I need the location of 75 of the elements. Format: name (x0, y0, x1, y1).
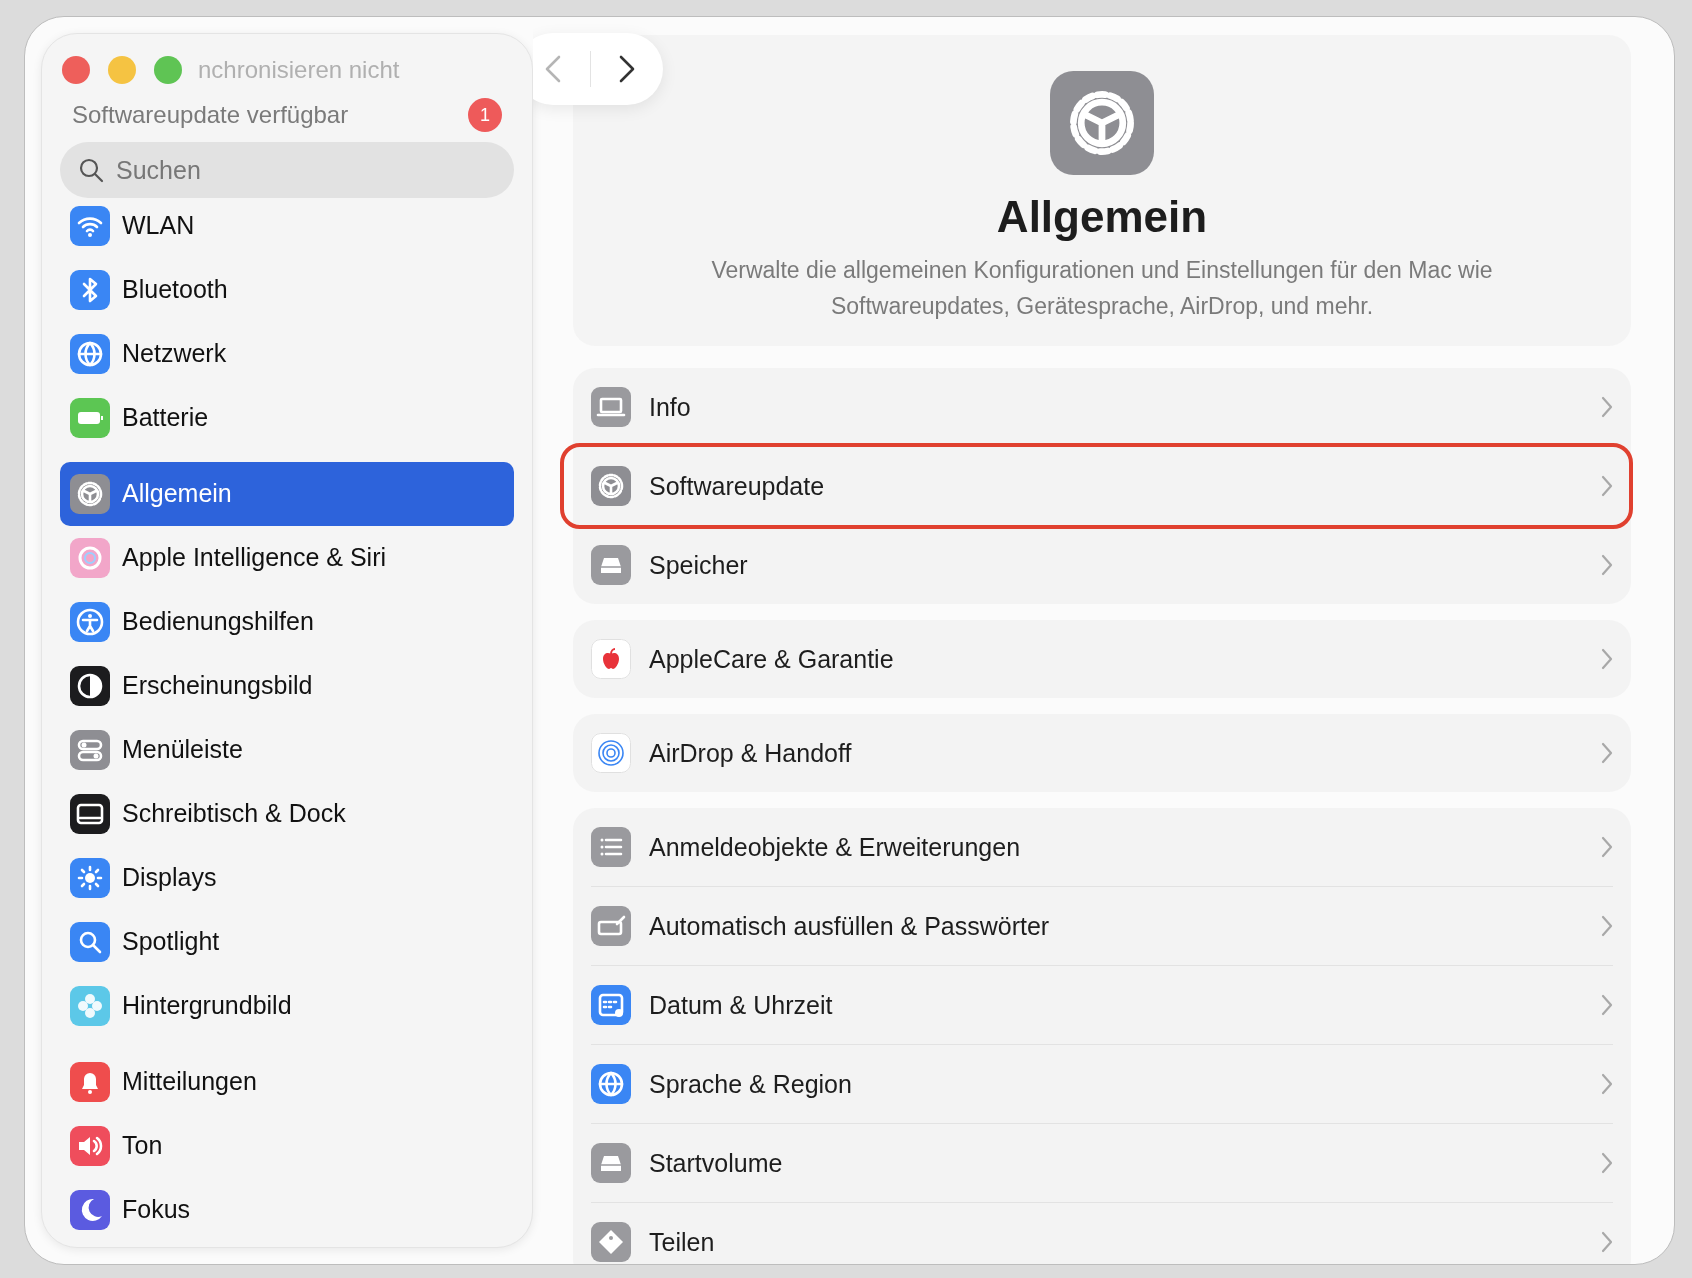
bluetooth-icon (70, 270, 110, 310)
settings-row[interactable]: Startvolume (591, 1124, 1613, 1202)
chevron-icon (1601, 475, 1613, 497)
chevron-icon (1601, 1231, 1613, 1253)
sidebar-item[interactable]: Menüleiste (60, 718, 514, 782)
flower-icon (70, 986, 110, 1026)
accessibility-icon (70, 602, 110, 642)
sidebar-item[interactable]: Bedienungshilfen (60, 590, 514, 654)
chevron-icon (1601, 648, 1613, 670)
sidebar-item[interactable]: Displays (60, 846, 514, 910)
settings-row[interactable]: Datum & Uhrzeit (591, 966, 1613, 1044)
sidebar-item[interactable]: Ton (60, 1114, 514, 1178)
moon-icon (70, 1190, 110, 1230)
chevron-icon (1601, 742, 1613, 764)
notification-text: Softwareupdate verfügbar (72, 100, 349, 130)
sidebar-item[interactable]: Bluetooth (60, 258, 514, 322)
minimize-button[interactable] (108, 56, 136, 84)
chevron-icon (1601, 836, 1613, 858)
drive-icon (591, 545, 631, 585)
sidebar-item[interactable]: Netzwerk (60, 322, 514, 386)
notification-text: nchronisieren nicht (198, 55, 400, 85)
page-title: Allgemein (995, 191, 1209, 243)
search-field[interactable]: Suchen (60, 142, 514, 198)
keyboard-icon (591, 906, 631, 946)
chevron-icon (1601, 396, 1613, 418)
gear-icon (70, 474, 110, 514)
sidebar-item[interactable]: Spotlight (60, 910, 514, 974)
apple-icon (591, 639, 631, 679)
chevron-icon (1601, 915, 1613, 937)
close-button[interactable] (62, 56, 90, 84)
contrast-icon (70, 666, 110, 706)
sidebar-item[interactable]: Apple Intelligence & Siri (60, 526, 514, 590)
sidebar-item[interactable]: Erscheinungsbild (60, 654, 514, 718)
page-description: Verwalte die allgemeinen Konfigurationen und Einstellungen für den Mac wie Softwareupdates, Gerätesprache, AirDrop, und mehr. (710, 255, 1494, 321)
globe-icon (591, 1064, 631, 1104)
window-icon (70, 794, 110, 834)
bell-icon (70, 1062, 110, 1102)
count-badge: 1 (468, 98, 502, 132)
sun-icon (70, 858, 110, 898)
settings-row[interactable]: Sprache & Region (591, 1045, 1613, 1123)
settings-row[interactable]: AppleCare & Garantie (591, 620, 1613, 698)
speaker-icon (70, 1126, 110, 1166)
battery-icon (70, 398, 110, 438)
sidebar-item[interactable]: Hintergrundbild (60, 974, 514, 1038)
laptop-icon (591, 387, 631, 427)
settings-row[interactable]: Teilen (591, 1203, 1613, 1264)
zoom-button[interactable] (154, 56, 182, 84)
settings-row[interactable]: Speicher (591, 526, 1613, 604)
sidebar-item[interactable]: Batterie (60, 386, 514, 450)
chevron-icon (1601, 554, 1613, 576)
toggle-icon (70, 730, 110, 770)
sidebar-item[interactable]: Allgemein (60, 462, 514, 526)
sidebar-item[interactable]: Fokus (60, 1178, 514, 1242)
rings-icon (591, 733, 631, 773)
settings-row[interactable]: Softwareupdate (591, 447, 1613, 525)
ring-icon (70, 538, 110, 578)
chevron-icon (1601, 1152, 1613, 1174)
chevron-icon (1601, 1073, 1613, 1095)
chevron-icon (617, 54, 636, 84)
settings-row[interactable]: AirDrop & Handoff (591, 714, 1613, 792)
wifi-icon (70, 206, 110, 246)
globe-icon (70, 334, 110, 374)
search-icon (70, 922, 110, 962)
gear-icon (1050, 71, 1154, 175)
settings-row[interactable]: Automatisch ausfüllen & Passwörter (591, 887, 1613, 965)
sidebar-item[interactable]: Mitteilungen (60, 1050, 514, 1114)
settings-row[interactable]: Info (591, 368, 1613, 446)
chevron-icon (1601, 994, 1613, 1016)
settings-row[interactable]: Anmeldeobjekte & Erweiterungen (591, 808, 1613, 886)
drive-icon (591, 1143, 631, 1183)
gear-icon (591, 466, 631, 506)
list-icon (591, 827, 631, 867)
calendar-icon (591, 985, 631, 1025)
chevron-icon (544, 54, 563, 84)
sidebar-item[interactable]: Schreibtisch & Dock (60, 782, 514, 846)
